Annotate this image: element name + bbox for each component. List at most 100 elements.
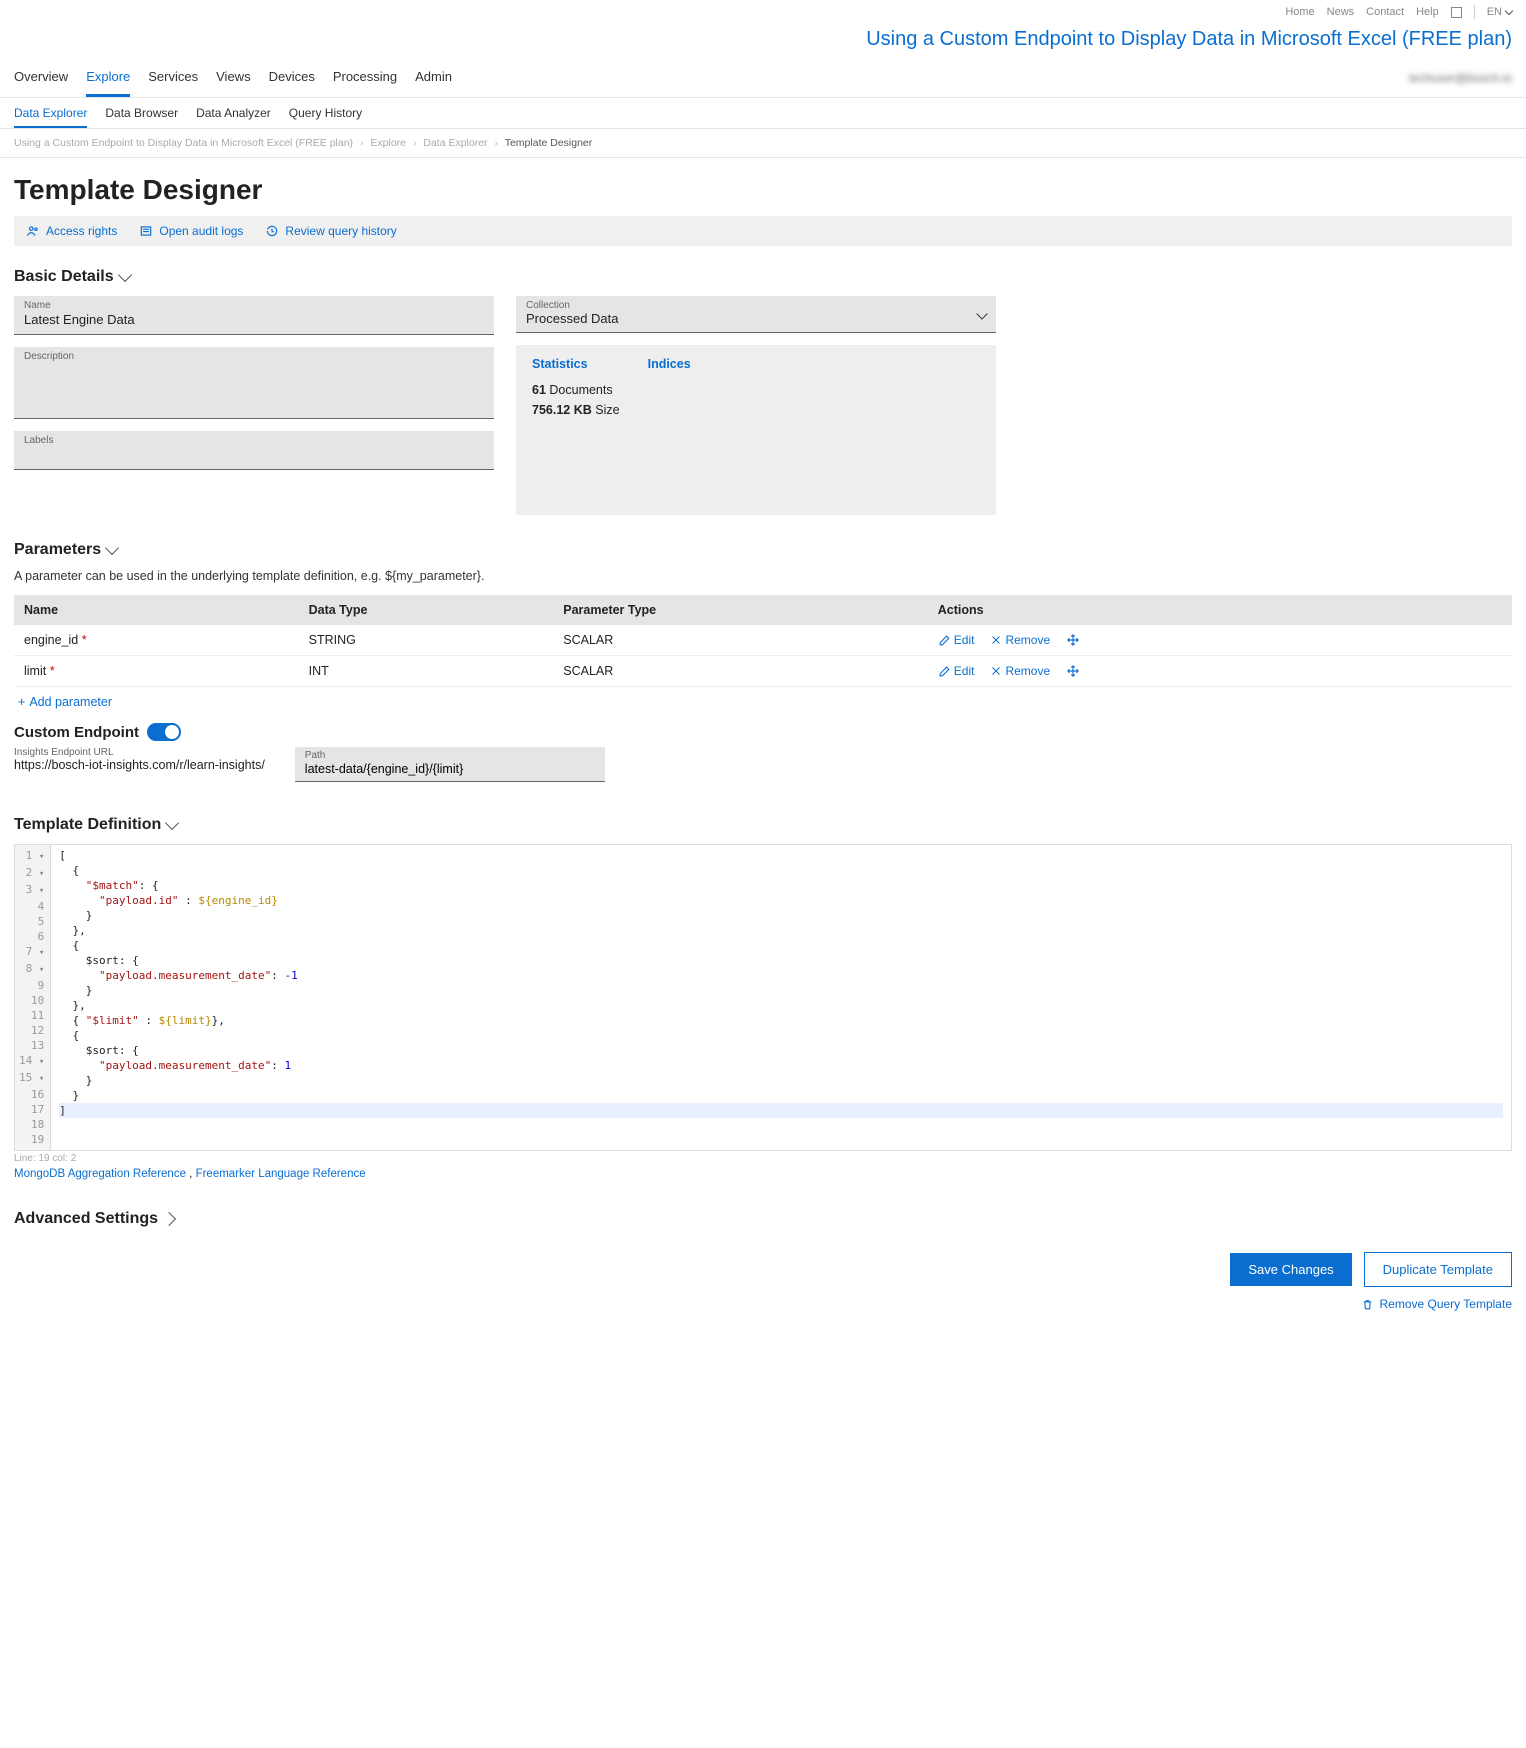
- path-label: Path: [305, 750, 595, 761]
- tab-indices[interactable]: Indices: [648, 357, 691, 371]
- access-rights-label: Access rights: [46, 224, 117, 238]
- chevron-right-icon: [162, 1212, 176, 1226]
- chevron-down-icon: [105, 541, 119, 555]
- tab-statistics[interactable]: Statistics: [532, 357, 588, 371]
- util-news[interactable]: News: [1327, 6, 1355, 18]
- section-basic-label: Basic Details: [14, 268, 114, 286]
- col-paramtype: Parameter Type: [553, 595, 928, 625]
- custom-endpoint-label: Custom Endpoint: [14, 724, 139, 741]
- remove-param-link[interactable]: Remove: [990, 664, 1050, 678]
- path-input[interactable]: [305, 762, 595, 776]
- labels-field[interactable]: Labels: [14, 431, 494, 470]
- util-contact[interactable]: Contact: [1366, 6, 1404, 18]
- name-input[interactable]: [24, 311, 484, 328]
- param-datatype: INT: [299, 656, 554, 687]
- duplicate-button[interactable]: Duplicate Template: [1364, 1252, 1512, 1287]
- remove-template-label: Remove Query Template: [1379, 1297, 1512, 1311]
- section-parameters[interactable]: Parameters: [14, 541, 1512, 559]
- page-title: Template Designer: [14, 174, 1512, 206]
- statistics-panel: Statistics Indices 61 Documents 756.12 K…: [516, 345, 996, 515]
- lang-label: EN: [1487, 6, 1502, 18]
- plus-icon: +: [18, 695, 25, 709]
- col-name: Name: [14, 595, 299, 625]
- nav-explore[interactable]: Explore: [86, 59, 130, 97]
- labels-label: Labels: [24, 435, 484, 446]
- collection-field[interactable]: Collection Processed Data: [516, 296, 996, 333]
- size-label: Size: [595, 403, 619, 417]
- parameter-hint: A parameter can be used in the underlyin…: [14, 569, 1512, 583]
- crumb-data-explorer[interactable]: Data Explorer: [423, 137, 487, 149]
- nav-views[interactable]: Views: [216, 59, 250, 97]
- people-icon: [26, 224, 40, 238]
- app-title-link[interactable]: Using a Custom Endpoint to Display Data …: [866, 28, 1512, 50]
- crumb-explore[interactable]: Explore: [370, 137, 406, 149]
- param-datatype: STRING: [299, 625, 554, 656]
- cursor-position: Line: 19 col: 2: [14, 1153, 1512, 1164]
- freemarker-ref-link[interactable]: Freemarker Language Reference: [196, 1168, 366, 1180]
- path-field[interactable]: Path: [295, 747, 605, 782]
- move-icon[interactable]: [1066, 633, 1080, 647]
- section-params-label: Parameters: [14, 541, 101, 559]
- util-home[interactable]: Home: [1285, 6, 1314, 18]
- chevron-down-icon: [1505, 6, 1513, 14]
- labels-input[interactable]: [24, 446, 484, 463]
- mongodb-ref-link[interactable]: MongoDB Aggregation Reference: [14, 1168, 186, 1180]
- history-icon: [265, 224, 279, 238]
- chevron-down-icon: [118, 268, 132, 282]
- crumb-current: Template Designer: [505, 137, 593, 149]
- param-name: engine_id *: [14, 625, 299, 656]
- description-label: Description: [24, 351, 484, 362]
- param-name: limit *: [14, 656, 299, 687]
- endpoint-url-value: https://bosch-iot-insights.com/r/learn-i…: [14, 758, 265, 772]
- col-datatype: Data Type: [299, 595, 554, 625]
- description-input[interactable]: [24, 362, 484, 409]
- section-template-definition[interactable]: Template Definition: [14, 816, 1512, 834]
- add-parameter-label: Add parameter: [29, 695, 112, 709]
- edit-param-link[interactable]: Edit: [938, 664, 975, 678]
- docs-count: 61: [532, 383, 546, 397]
- lang-switcher[interactable]: EN: [1487, 6, 1512, 18]
- query-history-label: Review query history: [285, 224, 396, 238]
- remove-template-link[interactable]: Remove Query Template: [14, 1297, 1512, 1311]
- close-icon: [990, 665, 1002, 677]
- nav-admin[interactable]: Admin: [415, 59, 452, 97]
- trash-icon: [1361, 1298, 1374, 1311]
- editor-content[interactable]: [ { "$match": { "payload.id" : ${engine_…: [51, 845, 1511, 1150]
- col-actions: Actions: [928, 595, 1512, 625]
- nav-services[interactable]: Services: [148, 59, 198, 97]
- chevron-down-icon: [165, 816, 179, 830]
- name-field[interactable]: Name: [14, 296, 494, 335]
- description-field[interactable]: Description: [14, 347, 494, 419]
- move-icon[interactable]: [1066, 664, 1080, 678]
- size-value: 756.12 KB: [532, 403, 592, 417]
- edit-param-link[interactable]: Edit: [938, 633, 975, 647]
- remove-param-link[interactable]: Remove: [990, 633, 1050, 647]
- edit-icon: [938, 634, 951, 647]
- crumb-root[interactable]: Using a Custom Endpoint to Display Data …: [14, 137, 353, 149]
- util-help[interactable]: Help: [1416, 6, 1439, 18]
- subnav-data-browser[interactable]: Data Browser: [105, 98, 178, 128]
- section-adv-label: Advanced Settings: [14, 1210, 158, 1228]
- subnav-data-explorer[interactable]: Data Explorer: [14, 98, 87, 128]
- subnav-data-analyzer[interactable]: Data Analyzer: [196, 98, 271, 128]
- audit-logs-link[interactable]: Open audit logs: [139, 224, 243, 238]
- save-button[interactable]: Save Changes: [1230, 1253, 1351, 1286]
- subnav-query-history[interactable]: Query History: [289, 98, 362, 128]
- add-parameter-link[interactable]: + Add parameter: [14, 687, 1512, 717]
- list-icon: [139, 224, 153, 238]
- table-row: engine_id * STRING SCALAR Edit Remove: [14, 625, 1512, 656]
- breadcrumb: Using a Custom Endpoint to Display Data …: [14, 137, 1512, 149]
- nav-overview[interactable]: Overview: [14, 59, 68, 97]
- nav-processing[interactable]: Processing: [333, 59, 397, 97]
- util-divider: [1474, 5, 1475, 19]
- code-editor[interactable]: 1 ▾2 ▾3 ▾4567 ▾8 ▾91011121314 ▾15 ▾16171…: [14, 844, 1512, 1151]
- custom-endpoint-toggle[interactable]: [147, 723, 181, 741]
- access-rights-link[interactable]: Access rights: [26, 224, 117, 238]
- section-advanced[interactable]: Advanced Settings: [14, 1210, 1512, 1228]
- external-link-icon[interactable]: [1451, 7, 1462, 18]
- close-icon: [990, 634, 1002, 646]
- nav-devices[interactable]: Devices: [269, 59, 315, 97]
- query-history-link[interactable]: Review query history: [265, 224, 396, 238]
- section-basic-details[interactable]: Basic Details: [14, 268, 1512, 286]
- param-paramtype: SCALAR: [553, 625, 928, 656]
